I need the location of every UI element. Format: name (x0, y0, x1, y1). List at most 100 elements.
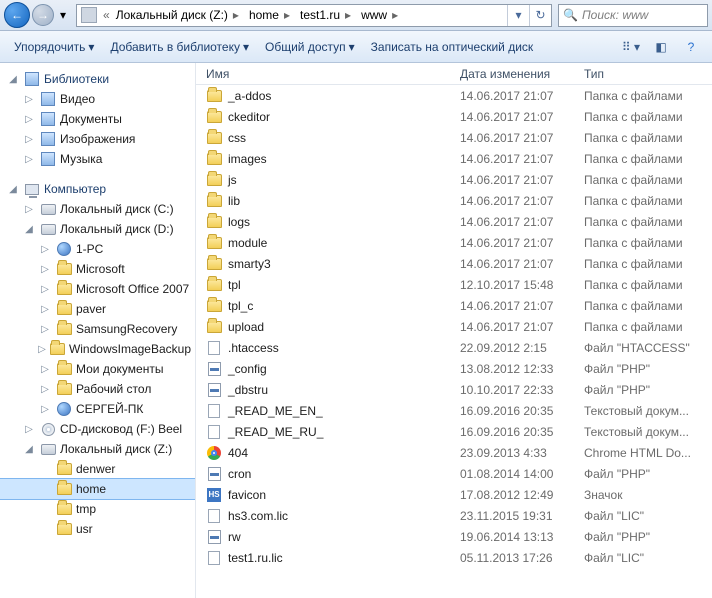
cd-drive-icon (40, 421, 56, 437)
tree-item[interactable]: ▷Microsoft (0, 259, 195, 279)
folder-icon (56, 301, 72, 317)
expand-icon[interactable]: ▷ (22, 204, 36, 215)
tree-item[interactable]: ◢Локальный диск (Z:) (0, 439, 195, 459)
breadcrumb[interactable]: « Локальный диск (Z:)▸ home▸ test1.ru▸ w… (76, 4, 552, 27)
address-dropdown-button[interactable]: ▾ (507, 5, 529, 26)
file-name: tpl_c (228, 299, 253, 313)
tree-item-label: Видео (60, 92, 95, 106)
search-box[interactable]: 🔍 Поиск: www (558, 4, 708, 27)
file-row[interactable]: upload14.06.2017 21:07Папка с файлами (196, 316, 712, 337)
expand-icon[interactable]: ▷ (38, 364, 52, 375)
tree-item[interactable]: ▷1-PC (0, 239, 195, 259)
expand-icon[interactable]: ▷ (38, 404, 52, 415)
file-row[interactable]: cron01.08.2014 14:00Файл "PHP" (196, 463, 712, 484)
file-row[interactable]: logs14.06.2017 21:07Папка с файлами (196, 211, 712, 232)
expand-icon[interactable]: ▷ (38, 304, 52, 315)
file-row[interactable]: _dbstru10.10.2017 22:33Файл "PHP" (196, 379, 712, 400)
nav-back-button[interactable]: ← (4, 2, 30, 28)
tree-item[interactable]: ▷Документы (0, 109, 195, 129)
expand-icon[interactable]: ▷ (38, 264, 52, 275)
tree-item[interactable]: denwer (0, 459, 195, 479)
breadcrumb-segment[interactable]: home▸ (245, 5, 296, 26)
expand-icon[interactable]: ▷ (22, 134, 36, 145)
tree-item[interactable]: ▷ Видео (0, 89, 195, 109)
expand-icon[interactable]: ◢ (22, 224, 36, 235)
column-header-date[interactable]: Дата изменения (460, 67, 584, 81)
navigation-pane[interactable]: ◢ Библиотеки ▷ Видео ▷Документы▷Изображени… (0, 63, 196, 598)
tree-item[interactable]: ▷paver (0, 299, 195, 319)
file-row[interactable]: tpl12.10.2017 15:48Папка с файлами (196, 274, 712, 295)
file-row[interactable]: tpl_c14.06.2017 21:07Папка с файлами (196, 295, 712, 316)
drive-icon (40, 201, 56, 217)
expand-icon[interactable]: ◢ (22, 444, 36, 455)
tree-item[interactable]: ▷Мои документы (0, 359, 195, 379)
file-row[interactable]: css14.06.2017 21:07Папка с файлами (196, 127, 712, 148)
file-type: Папка с файлами (584, 194, 712, 208)
tree-item[interactable]: ▷Microsoft Office 2007 (0, 279, 195, 299)
file-row[interactable]: lib14.06.2017 21:07Папка с файлами (196, 190, 712, 211)
burn-disc-button[interactable]: Записать на оптический диск (365, 37, 540, 57)
tree-item-label: home (76, 482, 106, 496)
file-row[interactable]: module14.06.2017 21:07Папка с файлами (196, 232, 712, 253)
expand-icon[interactable]: ▷ (22, 424, 36, 435)
file-row[interactable]: HSfavicon17.08.2012 12:49Значок (196, 484, 712, 505)
expand-icon[interactable]: ▷ (38, 384, 52, 395)
tree-item[interactable]: home (0, 479, 195, 499)
file-row[interactable]: .htaccess22.09.2012 2:15Файл "HTACCESS" (196, 337, 712, 358)
file-date: 10.10.2017 22:33 (460, 383, 584, 397)
organize-menu[interactable]: Упорядочить ▾ (8, 37, 100, 57)
expand-icon[interactable]: ▷ (22, 154, 36, 165)
file-row[interactable]: js14.06.2017 21:07Папка с файлами (196, 169, 712, 190)
tree-item[interactable]: ◢Локальный диск (D:) (0, 219, 195, 239)
column-header-type[interactable]: Тип (584, 67, 712, 81)
file-row[interactable]: images14.06.2017 21:07Папка с файлами (196, 148, 712, 169)
tree-group-computer[interactable]: ◢ Компьютер (0, 179, 195, 199)
tree-item[interactable]: ▷Рабочий стол (0, 379, 195, 399)
tree-item[interactable]: usr (0, 519, 195, 539)
file-row[interactable]: _config13.08.2012 12:33Файл "PHP" (196, 358, 712, 379)
tree-item[interactable]: ▷Музыка (0, 149, 195, 169)
expand-icon[interactable]: ▷ (38, 324, 52, 335)
tree-item[interactable]: ▷SamsungRecovery (0, 319, 195, 339)
share-menu[interactable]: Общий доступ ▾ (259, 37, 361, 57)
nav-forward-button[interactable]: → (32, 4, 54, 26)
file-row[interactable]: _READ_ME_RU_16.09.2016 20:35Текстовый до… (196, 421, 712, 442)
tree-group-libraries[interactable]: ◢ Библиотеки (0, 69, 195, 89)
tree-item[interactable]: ▷WindowsImageBackup (0, 339, 195, 359)
file-date: 16.09.2016 20:35 (460, 404, 584, 418)
file-row[interactable]: ckeditor14.06.2017 21:07Папка с файлами (196, 106, 712, 127)
file-row[interactable]: smarty314.06.2017 21:07Папка с файлами (196, 253, 712, 274)
expand-icon[interactable]: ◢ (6, 184, 20, 195)
file-row[interactable]: _a-ddos14.06.2017 21:07Папка с файлами (196, 85, 712, 106)
view-options-button[interactable]: ⠿ ▾ (618, 36, 644, 58)
expand-icon[interactable]: ▷ (22, 114, 36, 125)
expand-icon[interactable]: ▷ (22, 94, 36, 105)
expand-icon[interactable]: ▷ (38, 244, 52, 255)
help-button[interactable]: ? (678, 36, 704, 58)
tree-item[interactable]: tmp (0, 499, 195, 519)
expand-icon[interactable]: ▷ (38, 284, 52, 295)
tree-item[interactable]: ▷СЕРГЕЙ-ПК (0, 399, 195, 419)
expand-icon[interactable]: ▷ (38, 344, 46, 355)
tree-item[interactable]: ▷CD-дисковод (F:) Beel (0, 419, 195, 439)
search-icon: 🔍 (563, 8, 578, 22)
file-row[interactable]: test1.ru.lic05.11.2013 17:26Файл "LIC" (196, 547, 712, 568)
file-row[interactable]: hs3.com.lic23.11.2015 19:31Файл "LIC" (196, 505, 712, 526)
breadcrumb-segment[interactable]: test1.ru▸ (296, 5, 357, 26)
tree-item[interactable]: ▷Изображения (0, 129, 195, 149)
nav-history-dropdown[interactable]: ▾ (56, 3, 70, 27)
breadcrumb-root-chevron[interactable]: « (101, 8, 112, 22)
file-row[interactable]: 40423.09.2013 4:33Chrome HTML Do... (196, 442, 712, 463)
column-header-name[interactable]: Имя (206, 67, 460, 81)
breadcrumb-segment[interactable]: Локальный диск (Z:)▸ (112, 5, 245, 26)
file-name: 404 (228, 446, 248, 460)
file-row[interactable]: rw19.06.2014 13:13Файл "PHP" (196, 526, 712, 547)
preview-pane-button[interactable]: ◧ (648, 36, 674, 58)
tree-item[interactable]: ▷Локальный диск (C:) (0, 199, 195, 219)
expand-icon[interactable]: ◢ (6, 74, 20, 85)
refresh-button[interactable]: ↻ (529, 5, 551, 26)
php-file-icon (206, 466, 222, 482)
add-to-library-menu[interactable]: Добавить в библиотеку ▾ (104, 37, 255, 57)
breadcrumb-segment[interactable]: www▸ (357, 5, 404, 26)
file-row[interactable]: _READ_ME_EN_16.09.2016 20:35Текстовый до… (196, 400, 712, 421)
